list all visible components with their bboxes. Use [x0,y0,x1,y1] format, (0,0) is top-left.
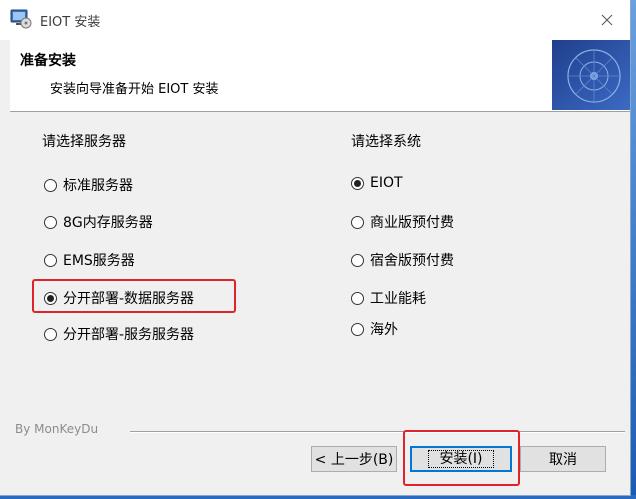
radio-button[interactable] [351,215,364,229]
radio-button[interactable] [44,215,57,229]
title-bar: EIOT 安装 [0,0,630,40]
window-title: EIOT 安装 [40,15,101,30]
installer-window: EIOT 安装 准备安装 安装向导准备开始 EIOT 安装 请选择服务器 标准服… [0,0,631,496]
server-option-ems[interactable]: EMS服务器 [44,250,135,270]
server-option-8g[interactable]: 8G内存服务器 [44,212,153,232]
back-button[interactable]: < 上一步(B) [311,446,397,472]
annotation-highlight-data-server [32,279,236,313]
system-group-label: 请选择系统 [351,134,421,150]
disc-banner-icon [552,40,630,110]
footer-divider [130,431,625,433]
server-option-service-server[interactable]: 分开部署-服务服务器 [44,324,194,344]
brand-label: By MonKeyDu [15,422,99,436]
server-group-label: 请选择服务器 [42,134,126,150]
header-panel: 准备安装 安装向导准备开始 EIOT 安装 [10,40,630,112]
option-label: EIOT [370,175,403,191]
option-label: 工业能耗 [370,291,426,307]
server-option-standard[interactable]: 标准服务器 [44,175,133,195]
option-label: EMS服务器 [63,253,135,269]
system-option-eiot[interactable]: EIOT [351,175,403,191]
option-label: 分开部署-服务服务器 [63,327,195,343]
radio-button[interactable] [44,327,57,341]
close-icon [601,14,613,26]
option-label: 8G内存服务器 [63,215,153,231]
radio-button-checked[interactable] [351,176,364,190]
radio-button[interactable] [44,253,57,267]
radio-button[interactable] [351,253,364,267]
option-label: 商业版预付费 [370,215,454,231]
system-option-industrial-energy[interactable]: 工业能耗 [351,288,426,308]
close-button[interactable] [584,0,630,40]
system-option-dorm-prepaid[interactable]: 宿舍版预付费 [351,250,454,270]
radio-button[interactable] [351,291,364,305]
system-option-overseas[interactable]: 海外 [351,319,398,339]
annotation-highlight-install [403,430,520,486]
system-option-commercial-prepaid[interactable]: 商业版预付费 [351,212,454,232]
installer-app-icon [10,9,32,29]
cancel-button[interactable]: 取消 [520,446,606,472]
radio-button[interactable] [44,178,57,192]
radio-button[interactable] [351,322,364,336]
option-label: 海外 [370,322,398,338]
back-button-label: < 上一步(B) [314,452,394,468]
option-label: 宿舍版预付费 [370,253,454,269]
cancel-button-label: 取消 [549,452,577,468]
header-title: 准备安装 [20,53,76,69]
option-label: 标准服务器 [63,178,133,194]
header-subtitle: 安装向导准备开始 EIOT 安装 [50,82,219,97]
